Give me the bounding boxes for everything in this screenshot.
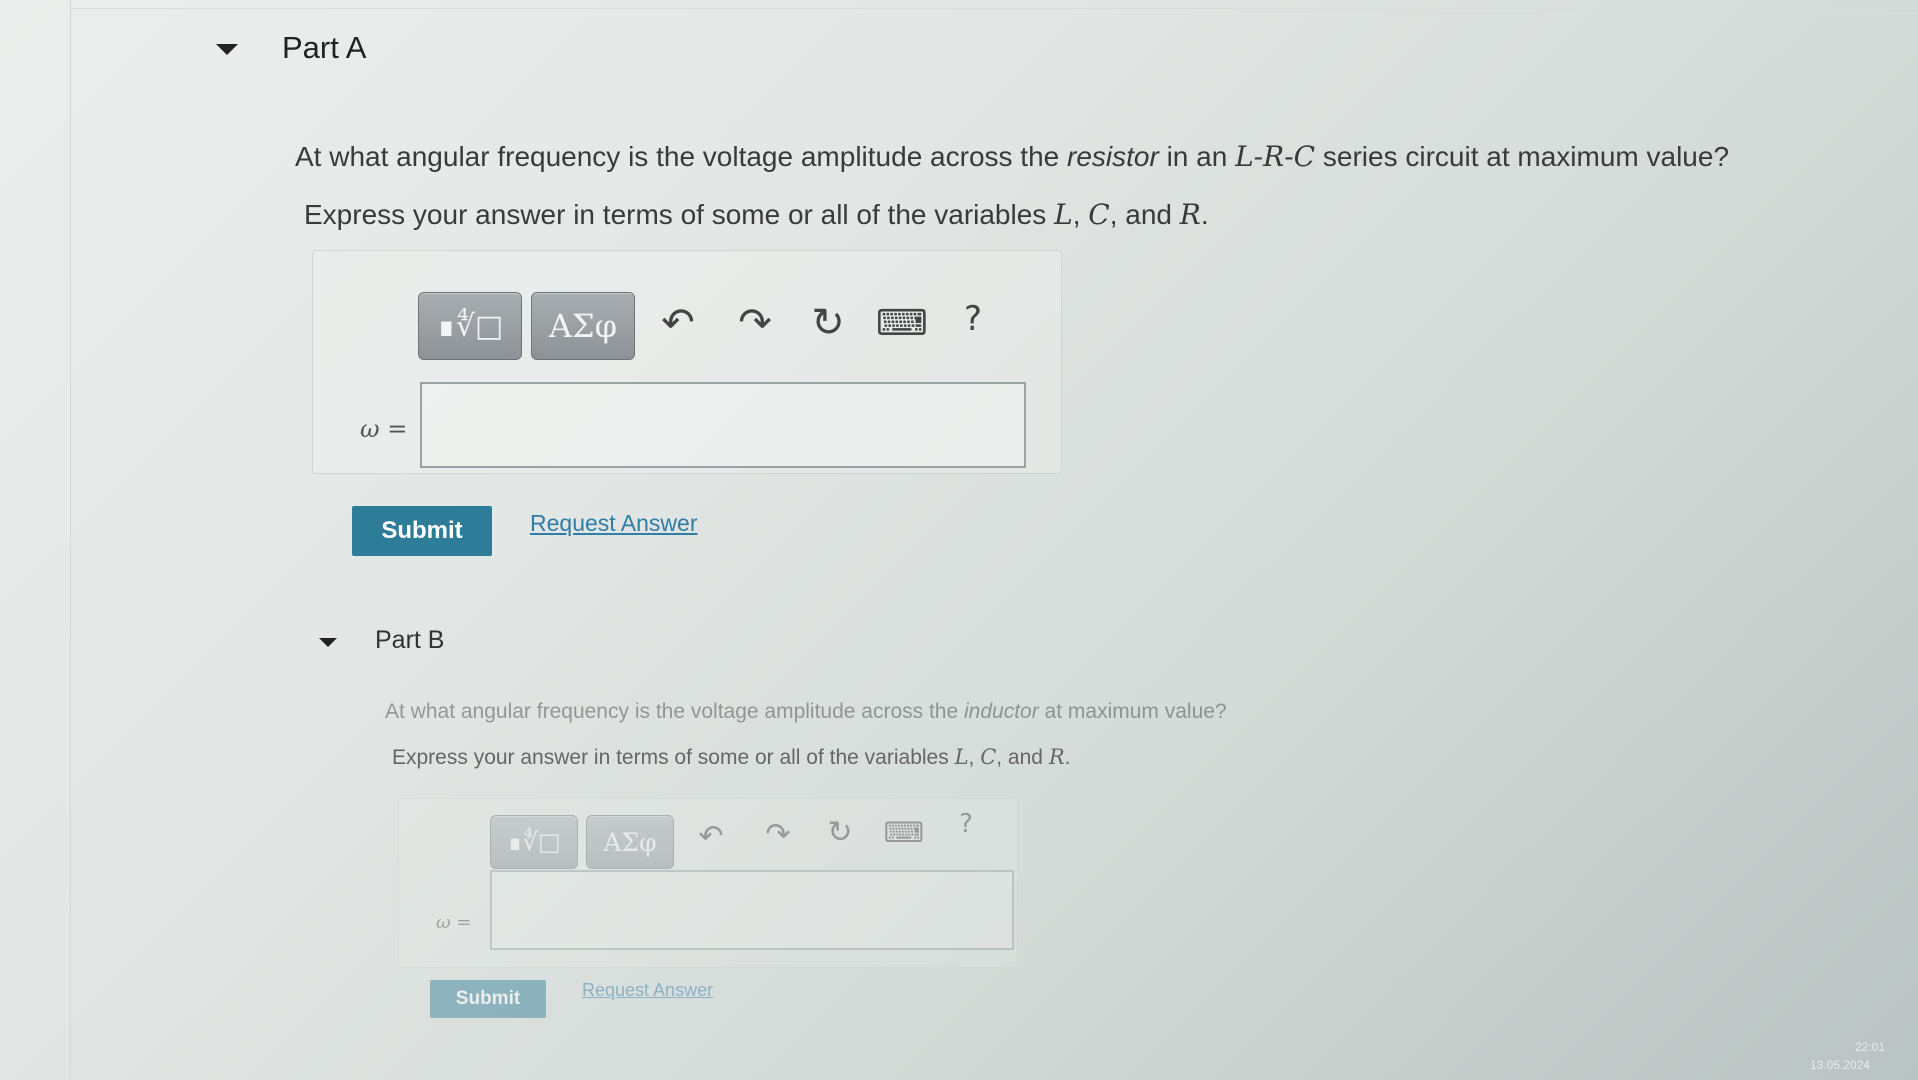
taskbar-clock[interactable]: 22:01 xyxy=(1855,1040,1885,1054)
part-a-title: Part A xyxy=(282,30,367,65)
templates-icon: ∎∜□ xyxy=(507,828,561,856)
part-b-templates-button[interactable]: ∎∜□ xyxy=(490,815,578,869)
part-a-question-circuit: L-R-C xyxy=(1235,140,1316,173)
part-a-keyboard-icon[interactable]: ⌨ xyxy=(876,300,928,346)
part-b-help-icon[interactable]: ? xyxy=(950,806,982,842)
part-a-redo-icon[interactable]: ↷ xyxy=(732,300,778,346)
part-a-question: At what angular frequency is the voltage… xyxy=(295,140,1729,173)
templates-icon: ∎∜□ xyxy=(436,308,504,344)
part-b-instruction: Express your answer in terms of some or … xyxy=(392,745,1070,770)
part-a-omega-label: ω = xyxy=(360,415,408,443)
part-a-reset-icon[interactable]: ↻ xyxy=(805,300,851,346)
part-b-instr-end: . xyxy=(1064,746,1071,769)
part-b-instruction-text: Express your answer in terms of some or … xyxy=(392,746,955,769)
part-a-collapse-toggle[interactable] xyxy=(216,44,238,55)
greek-symbols-icon: ΑΣφ xyxy=(548,307,618,345)
part-b-question: At what angular frequency is the voltage… xyxy=(385,700,1227,724)
part-a-answer-input[interactable] xyxy=(420,382,1026,468)
part-b-var-l: L xyxy=(954,745,969,769)
part-b-omega-label: ω = xyxy=(436,912,472,933)
part-b-var-r: R xyxy=(1048,745,1065,769)
part-a-var-c: C xyxy=(1088,198,1110,231)
part-a-sep2: , and xyxy=(1109,199,1180,230)
part-a-question-text: At what angular frequency is the voltage… xyxy=(295,141,1067,172)
part-a-var-r: R xyxy=(1179,198,1201,231)
part-b-symbols-button[interactable]: ΑΣφ xyxy=(586,815,674,869)
part-a-question-end: series circuit at maximum value? xyxy=(1315,141,1730,172)
part-a-question-mid: in an xyxy=(1158,141,1236,172)
part-a-undo-icon[interactable]: ↶ xyxy=(655,300,701,346)
part-b-question-text: At what angular frequency is the voltage… xyxy=(385,700,964,723)
part-b-question-inductor: inductor xyxy=(964,700,1039,723)
part-a-question-resistor: resistor xyxy=(1067,141,1159,172)
part-a-submit-button[interactable]: Submit xyxy=(352,506,492,556)
greek-symbols-icon: ΑΣφ xyxy=(603,827,657,857)
part-b-keyboard-icon[interactable]: ⌨ xyxy=(884,814,924,850)
part-a-templates-button[interactable]: ∎∜□ xyxy=(418,292,522,360)
part-b-reset-icon[interactable]: ↻ xyxy=(822,814,858,850)
part-b-undo-icon[interactable]: ↶ xyxy=(693,818,729,854)
part-a-sep1: , xyxy=(1072,199,1089,230)
part-a-help-icon[interactable]: ? xyxy=(953,296,993,342)
part-b-redo-icon[interactable]: ↷ xyxy=(760,816,796,852)
part-a-symbols-button[interactable]: ΑΣφ xyxy=(531,292,635,360)
part-b-answer-input[interactable] xyxy=(490,870,1014,950)
part-b-request-answer-link[interactable]: Request Answer xyxy=(582,980,713,1001)
part-a-instruction: Express your answer in terms of some or … xyxy=(304,198,1209,231)
page-left-border xyxy=(70,0,71,1080)
part-a-var-l: L xyxy=(1054,198,1073,231)
part-a-instr-end: . xyxy=(1200,199,1209,230)
part-b-collapse-toggle[interactable] xyxy=(319,638,337,647)
part-b-submit-button[interactable]: Submit xyxy=(430,980,546,1018)
part-b-var-c: C xyxy=(980,745,997,769)
part-a-request-answer-link[interactable]: Request Answer xyxy=(530,510,697,537)
part-b-sep1: , xyxy=(968,746,981,769)
page-top-border xyxy=(70,8,1918,9)
part-b-title: Part B xyxy=(375,626,445,654)
part-b-question-end: at maximum value? xyxy=(1038,700,1227,723)
part-b-sep2: , and xyxy=(996,746,1049,769)
part-a-instruction-text: Express your answer in terms of some or … xyxy=(304,199,1055,230)
taskbar-date[interactable]: 13.05.2024 xyxy=(1810,1058,1870,1072)
